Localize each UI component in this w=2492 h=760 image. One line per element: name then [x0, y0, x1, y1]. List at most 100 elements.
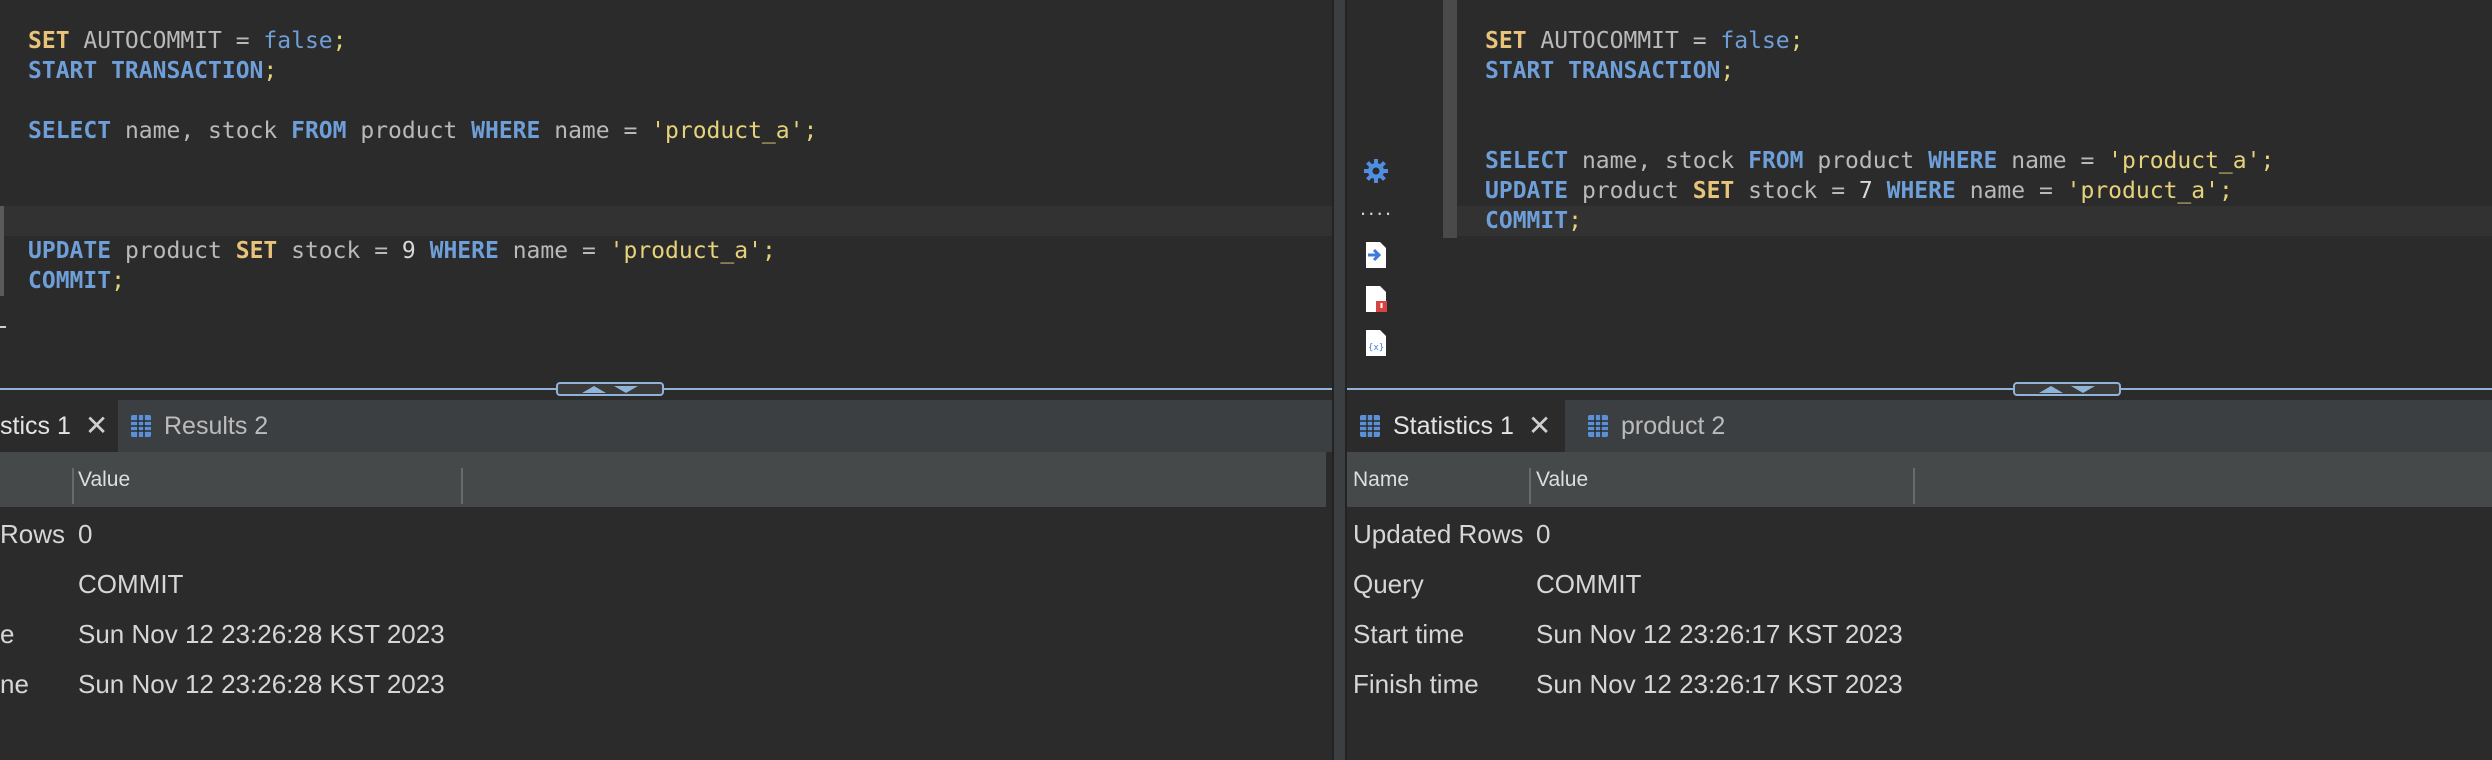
editor-results-splitter[interactable] [1347, 382, 2492, 400]
sql-semicolon: ; [803, 118, 818, 144]
table-row[interactable]: Query COMMIT [1347, 559, 2492, 609]
tab-label: product 2 [1621, 411, 1726, 440]
more-dots-icon[interactable]: ···· [1359, 198, 1391, 228]
code-line: START TRANSACTION; [28, 56, 277, 86]
sql-text: name, stock [111, 118, 292, 144]
sql-text: name, stock [1568, 148, 1749, 174]
splitter-handle[interactable] [2013, 382, 2121, 396]
sql-semicolon: ; [761, 238, 776, 264]
tab-product-2[interactable]: product 2 [1587, 400, 1725, 452]
sql-keyword: START TRANSACTION [28, 58, 264, 84]
cell-value: COMMIT [78, 569, 184, 599]
sql-text: product [1568, 178, 1693, 204]
cell-value: Sun Nov 12 23:26:28 KST 2023 [78, 619, 445, 649]
sql-string: 'product_a' [651, 118, 804, 144]
table-row[interactable]: Updated Rows 0 [1347, 509, 2492, 559]
collapse-down-icon [2071, 385, 2095, 393]
table-row[interactable]: COMMIT [0, 559, 1326, 609]
cell-value: Sun Nov 12 23:26:28 KST 2023 [78, 669, 445, 699]
file-variables-icon[interactable]: {x} [1361, 328, 1391, 358]
cell-name: Updated Rows [1353, 519, 1524, 549]
code-line: SELECT name, stock FROM product WHERE na… [1485, 146, 2274, 176]
column-divider[interactable] [72, 468, 74, 504]
cell-name: ne [0, 669, 29, 699]
table-grid-icon [131, 415, 151, 437]
close-icon[interactable]: ✕ [1528, 412, 1551, 440]
collapse-up-icon [2039, 385, 2063, 393]
tab-statistics-1[interactable]: stics 1 ✕ [0, 400, 118, 452]
left-editor-pane: SET AUTOCOMMIT = false; START TRANSACTIO… [0, 0, 1332, 760]
sql-text: AUTOCOMMIT = [69, 28, 264, 54]
cell-value: Sun Nov 12 23:26:17 KST 2023 [1536, 669, 1903, 699]
text-cursor [0, 326, 6, 328]
cell-name: Finish time [1353, 669, 1479, 699]
code-line: COMMIT; [28, 266, 125, 296]
sql-keyword: WHERE [471, 118, 541, 144]
cell-value: 0 [78, 519, 93, 549]
sql-keyword: FROM [1748, 148, 1804, 174]
sql-text: name = [498, 238, 610, 264]
table-row[interactable]: Start time Sun Nov 12 23:26:17 KST 2023 [1347, 609, 2492, 659]
splitter-handle[interactable] [556, 382, 664, 396]
cell-value: 0 [1536, 519, 1551, 549]
close-icon[interactable]: ✕ [85, 412, 108, 440]
sql-keyword: SELECT [28, 118, 112, 144]
sql-text: stock = [277, 238, 402, 264]
sql-keyword: UPDATE [28, 238, 112, 264]
tab-results-2[interactable]: Results 2 [130, 400, 268, 452]
sql-keyword: START TRANSACTION [1485, 58, 1721, 84]
column-header-value[interactable]: Value [1536, 452, 1588, 507]
code-line: SELECT name, stock FROM product WHERE na… [28, 116, 817, 146]
sql-text: product [346, 118, 472, 144]
code-line: UPDATE product SET stock = 7 WHERE name … [1485, 176, 2233, 206]
column-divider[interactable] [1913, 468, 1915, 504]
sql-text: stock = [1734, 178, 1859, 204]
sql-keyword: SET [28, 28, 70, 54]
editor-side-toolbar: ···· {x} [1347, 0, 1407, 390]
sql-number: 9 [401, 238, 416, 264]
sql-editor[interactable]: SET AUTOCOMMIT = false; START TRANSACTIO… [0, 0, 1332, 390]
current-line-highlight [0, 206, 1332, 236]
sql-keyword: SET [1692, 178, 1735, 204]
sql-text: name = [540, 118, 652, 144]
table-row[interactable]: ne Sun Nov 12 23:26:28 KST 2023 [0, 659, 1326, 709]
editor-results-splitter[interactable] [0, 382, 1332, 400]
column-divider[interactable] [1529, 468, 1531, 504]
export-icon[interactable] [1361, 240, 1391, 270]
gear-icon[interactable] [1361, 156, 1391, 186]
sql-semicolon: ; [1568, 208, 1582, 234]
column-header-value[interactable]: Value [78, 452, 130, 507]
gutter-marker [0, 236, 4, 296]
sql-text: name = [1997, 148, 2109, 174]
sql-string: 'product_a' [2066, 178, 2219, 204]
statistics-table: Name Value Updated Rows 0 Query COMMIT Sta… [1347, 452, 2492, 760]
cell-value: COMMIT [1536, 569, 1642, 599]
sql-boolean: false [1720, 28, 1790, 54]
table-row[interactable]: Finish time Sun Nov 12 23:26:17 KST 2023 [1347, 659, 2492, 709]
vertical-pane-splitter[interactable] [1332, 0, 1347, 760]
table-grid-icon [1588, 415, 1608, 437]
tab-statistics-1[interactable]: Statistics 1 ✕ [1347, 400, 1566, 452]
results-tabbar: stics 1 ✕ Results 2 [0, 400, 1332, 452]
svg-text:{x}: {x} [1368, 343, 1384, 353]
sql-semicolon: ; [263, 58, 278, 84]
sql-semicolon: ; [1720, 58, 1735, 84]
sql-text: product [1803, 148, 1929, 174]
file-error-icon[interactable] [1361, 284, 1391, 314]
sql-keyword: SET [1485, 28, 1527, 54]
table-row[interactable]: e Sun Nov 12 23:26:28 KST 2023 [0, 609, 1326, 659]
table-row[interactable]: Rows 0 [0, 509, 1326, 559]
sql-string: 'product_a' [2108, 148, 2261, 174]
sql-keyword: FROM [291, 118, 347, 144]
sql-semicolon: ; [2260, 148, 2275, 174]
sql-boolean: false [263, 28, 333, 54]
sql-editor[interactable]: ···· {x} SET AUTOCOMMIT = false; START T… [1347, 0, 2492, 390]
column-header-name[interactable]: Name [1353, 452, 1409, 507]
column-divider[interactable] [461, 468, 463, 504]
gutter-marker [0, 206, 4, 236]
collapse-up-icon [582, 385, 606, 393]
sql-text: AUTOCOMMIT = [1526, 28, 1721, 54]
cell-name: Rows [0, 519, 66, 549]
code-line: COMMIT; [1485, 206, 1582, 236]
